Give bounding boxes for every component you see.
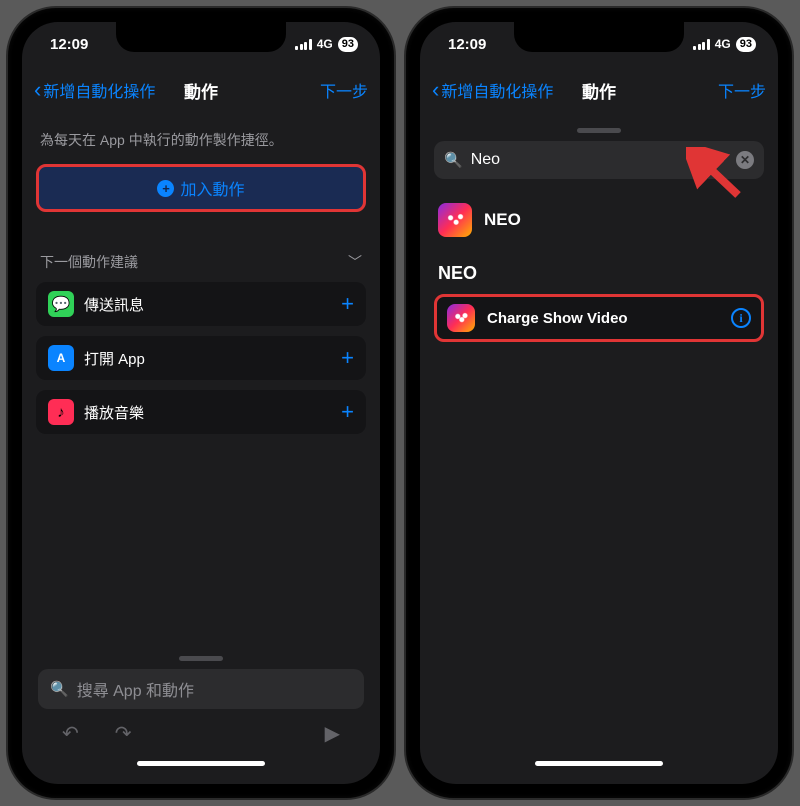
clear-search-icon[interactable]: ✕ (736, 151, 754, 169)
phone-left: 12:09 4G 93 ‹ 新增自動化操作 動作 下一步 為每天在 App 中執… (8, 8, 394, 798)
suggestion-label: 打開 App (84, 348, 331, 369)
phone-right: 12:09 4G 93 ‹ 新增自動化操作 動作 下一步 🔍 Neo ✕ (406, 8, 792, 798)
suggestion-label: 傳送訊息 (84, 294, 331, 315)
content-right: 🔍 Neo ✕ NEO NEO Charge Show Video i (420, 114, 778, 784)
status-right: 4G 93 (295, 37, 358, 52)
neo-app-icon (447, 304, 475, 332)
music-icon: ♪ (48, 399, 74, 425)
undo-icon[interactable]: ↶ (62, 721, 79, 746)
section-title-neo: NEO (434, 255, 764, 294)
status-time: 12:09 (448, 36, 486, 53)
back-label: 新增自動化操作 (441, 78, 553, 102)
next-button[interactable]: 下一步 (718, 78, 766, 102)
battery-icon: 93 (338, 37, 358, 52)
action-label: Charge Show Video (487, 310, 719, 327)
status-right: 4G 93 (693, 37, 756, 52)
nav-bar: ‹ 新增自動化操作 動作 下一步 (22, 66, 380, 114)
sheet-grabber[interactable] (577, 128, 621, 133)
next-button[interactable]: 下一步 (320, 78, 368, 102)
chevron-down-icon: ﹀ (348, 252, 362, 272)
content-left: 為每天在 App 中執行的動作製作捷徑。 + 加入動作 下一個動作建議 ﹀ 💬 … (22, 114, 380, 784)
home-indicator[interactable] (137, 761, 265, 766)
status-time: 12:09 (50, 36, 88, 53)
screen-right: 12:09 4G 93 ‹ 新增自動化操作 動作 下一步 🔍 Neo ✕ (420, 22, 778, 784)
page-title: 動作 (582, 78, 616, 103)
home-indicator[interactable] (535, 761, 663, 766)
neo-app-icon (438, 203, 472, 237)
chevron-left-icon: ‹ (432, 79, 439, 101)
open-app-icon: A (48, 345, 74, 371)
add-icon[interactable]: + (341, 399, 354, 425)
search-icon: 🔍 (444, 151, 463, 169)
page-title: 動作 (184, 78, 218, 103)
notch (116, 22, 286, 52)
search-input-value: Neo (471, 151, 500, 169)
suggestions-header[interactable]: 下一個動作建議 ﹀ (36, 248, 366, 282)
signal-icon (693, 39, 710, 50)
app-result-neo[interactable]: NEO (434, 197, 764, 255)
search-field[interactable]: 🔍 Neo ✕ (434, 141, 764, 179)
add-action-label: 加入動作 (180, 176, 244, 200)
battery-icon: 93 (736, 37, 756, 52)
sheet-grabber[interactable] (179, 656, 223, 661)
spacer (434, 342, 764, 757)
suggestions-title: 下一個動作建議 (40, 252, 138, 272)
network-type: 4G (317, 37, 333, 51)
app-result-label: NEO (484, 210, 521, 230)
notch (514, 22, 684, 52)
network-type: 4G (715, 37, 731, 51)
add-action-button[interactable]: + 加入動作 (36, 164, 366, 212)
search-actions-field[interactable]: 🔍 搜尋 App 和動作 (38, 669, 364, 709)
suggestion-play-music[interactable]: ♪ 播放音樂 + (36, 390, 366, 434)
bottom-toolbar: ↶ ↷ ▶ (36, 709, 366, 757)
back-button[interactable]: ‹ 新增自動化操作 (34, 78, 155, 102)
nav-bar: ‹ 新增自動化操作 動作 下一步 (420, 66, 778, 114)
suggestion-label: 播放音樂 (84, 402, 331, 423)
suggestion-send-message[interactable]: 💬 傳送訊息 + (36, 282, 366, 326)
add-icon[interactable]: + (341, 291, 354, 317)
back-label: 新增自動化操作 (43, 78, 155, 102)
play-icon[interactable]: ▶ (325, 721, 340, 746)
search-icon: 🔍 (50, 680, 69, 698)
action-charge-show-video[interactable]: Charge Show Video i (434, 294, 764, 342)
spacer (36, 444, 366, 650)
messages-icon: 💬 (48, 291, 74, 317)
back-button[interactable]: ‹ 新增自動化操作 (432, 78, 553, 102)
info-icon[interactable]: i (731, 308, 751, 328)
screen-left: 12:09 4G 93 ‹ 新增自動化操作 動作 下一步 為每天在 App 中執… (22, 22, 380, 784)
suggestion-open-app[interactable]: A 打開 App + (36, 336, 366, 380)
add-icon[interactable]: + (341, 345, 354, 371)
plus-circle-icon: + (157, 180, 174, 197)
chevron-left-icon: ‹ (34, 79, 41, 101)
signal-icon (295, 39, 312, 50)
search-placeholder: 搜尋 App 和動作 (77, 677, 194, 701)
intro-text: 為每天在 App 中執行的動作製作捷徑。 (36, 124, 366, 164)
redo-icon[interactable]: ↷ (115, 721, 132, 746)
